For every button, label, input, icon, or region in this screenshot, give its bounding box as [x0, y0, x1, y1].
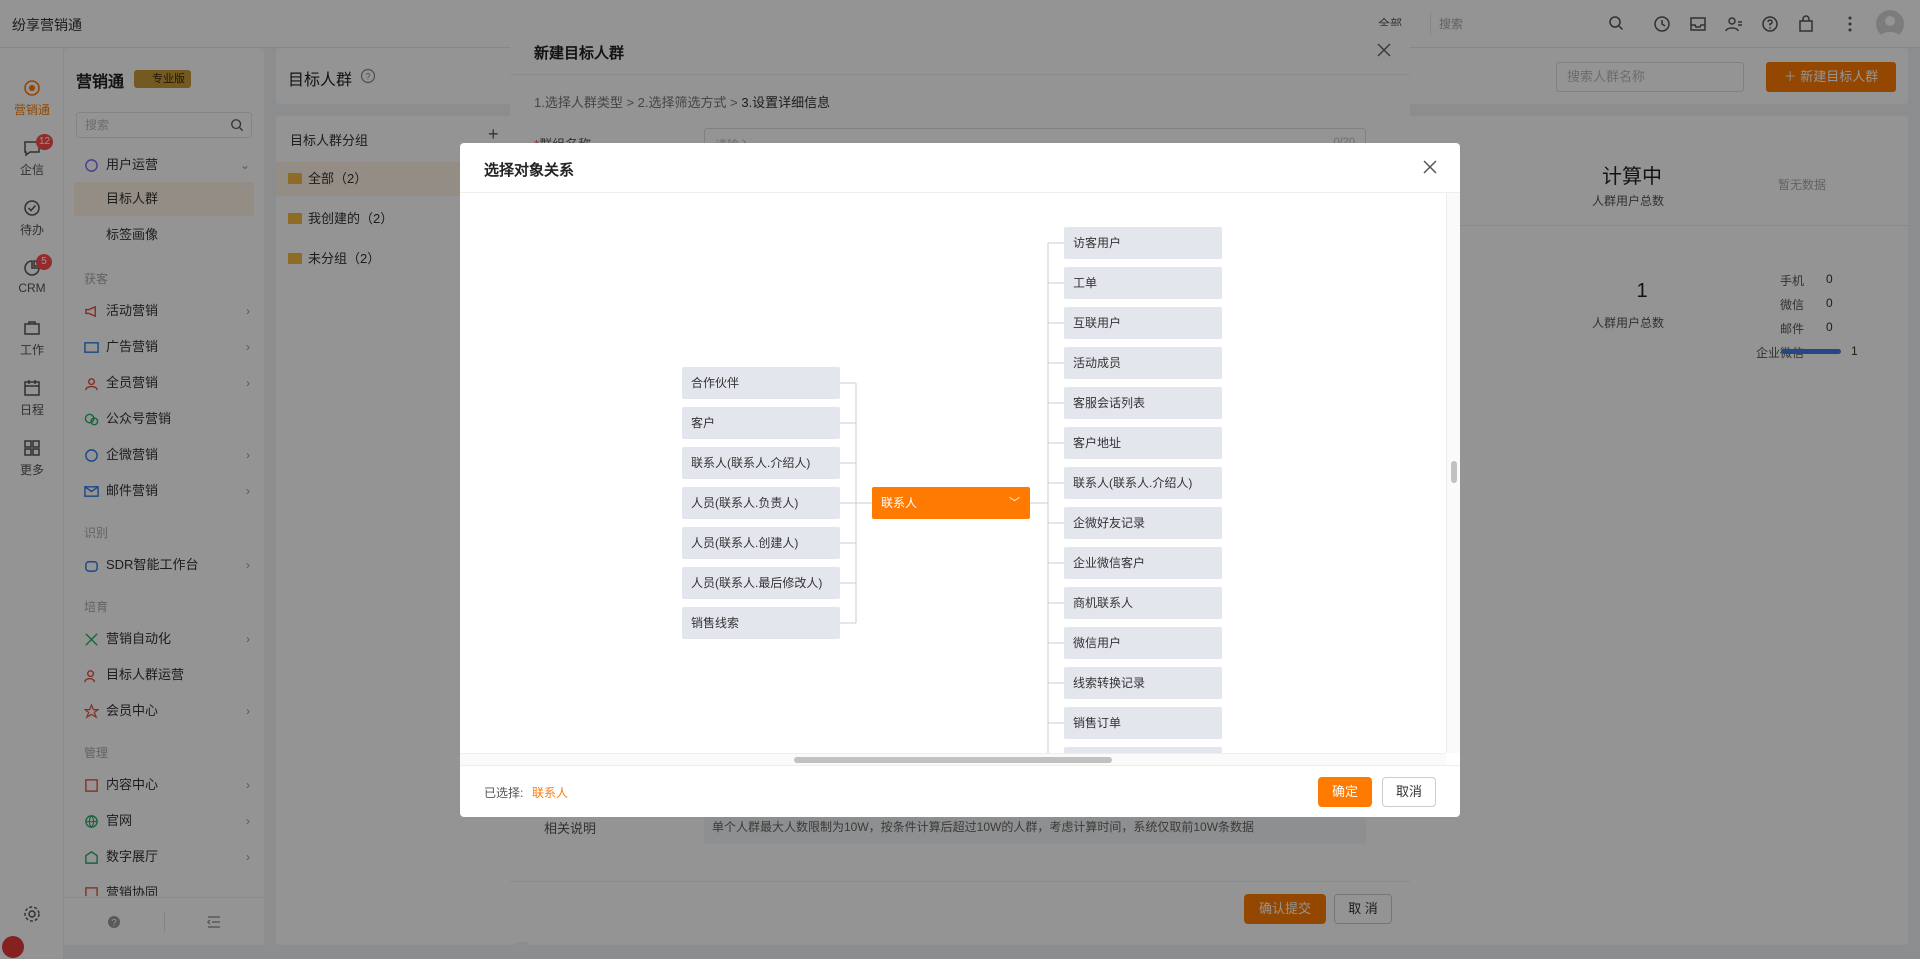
- horizontal-scrollbar[interactable]: [460, 753, 1446, 765]
- center-label: 联系人: [881, 496, 918, 510]
- relation-graph: 合作伙伴 客户 联系人(联系人.介绍人) 人员(联系人.负责人) 人员(联系人.…: [460, 193, 1446, 753]
- modal-title: 选择对象关系: [484, 162, 575, 179]
- scrollbar-thumb[interactable]: [794, 757, 1112, 763]
- cancel-button[interactable]: 取消: [1382, 777, 1436, 807]
- relation-node-right[interactable]: 销售订单: [1064, 707, 1222, 739]
- relation-node-center[interactable]: 联系人 ﹀: [872, 487, 1030, 519]
- relation-node-right[interactable]: 客服会话列表: [1064, 387, 1222, 419]
- relation-node-left[interactable]: 客户: [682, 407, 840, 439]
- relation-node-left[interactable]: 人员(联系人.负责人): [682, 487, 840, 519]
- relation-node-right[interactable]: 互联用户: [1064, 307, 1222, 339]
- relation-node-left[interactable]: 合作伙伴: [682, 367, 840, 399]
- vertical-scrollbar[interactable]: [1446, 193, 1460, 753]
- relation-node-right[interactable]: 线索转换记录: [1064, 667, 1222, 699]
- relation-node-right[interactable]: 活动成员: [1064, 347, 1222, 379]
- relation-node-right[interactable]: 企业微信客户: [1064, 547, 1222, 579]
- relation-node-left[interactable]: 人员(联系人.最后修改人): [682, 567, 840, 599]
- relation-node-right[interactable]: 企微好友记录: [1064, 507, 1222, 539]
- relation-node-right[interactable]: 微信用户: [1064, 627, 1222, 659]
- chevron-down-icon[interactable]: ﹀: [1009, 487, 1020, 519]
- modal-footer: 已选择: 联系人 确定 取消: [460, 765, 1460, 817]
- connector-lines: [840, 242, 1064, 753]
- selected-label: 已选择:: [484, 786, 524, 800]
- modal-header: 选择对象关系: [460, 143, 1460, 193]
- confirm-button[interactable]: 确定: [1318, 777, 1372, 807]
- relation-node-right[interactable]: 工单: [1064, 267, 1222, 299]
- scrollbar-thumb[interactable]: [1451, 461, 1457, 483]
- relation-node-left[interactable]: 销售线索: [682, 607, 840, 639]
- selected-value: 联系人: [532, 786, 569, 800]
- relation-node-right[interactable]: 联系人(联系人.介绍人): [1064, 467, 1222, 499]
- relation-node-left[interactable]: 联系人(联系人.介绍人): [682, 447, 840, 479]
- close-icon[interactable]: [1422, 159, 1438, 175]
- relation-node-right[interactable]: 客户地址: [1064, 427, 1222, 459]
- relation-node-right[interactable]: 商机联系人: [1064, 587, 1222, 619]
- relation-modal: 选择对象关系 合作伙伴 客户 联系人(联系人.介绍人) 人员(联系人.负责人) …: [460, 143, 1460, 817]
- relation-node-left[interactable]: 人员(联系人.创建人): [682, 527, 840, 559]
- relation-node-right[interactable]: 访客用户: [1064, 227, 1222, 259]
